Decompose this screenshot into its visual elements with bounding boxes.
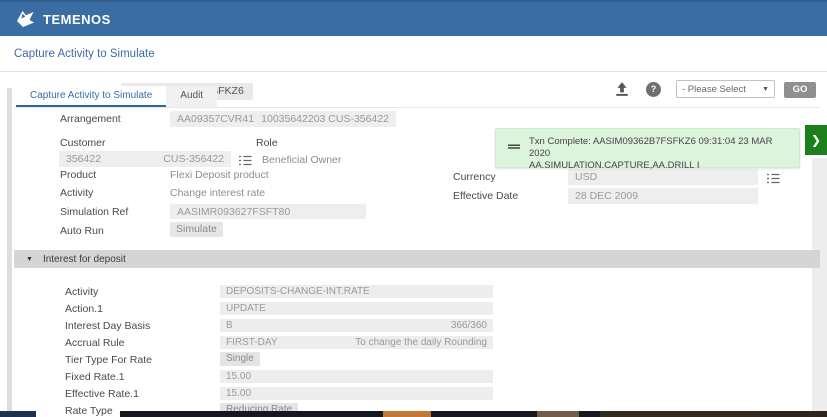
- simulation-ref-label: Simulation Ref: [60, 206, 128, 218]
- field-value-text: FIRST-DAY: [226, 337, 277, 348]
- field-row: Action.1 UPDATE: [14, 301, 812, 318]
- background-window-strip: [600, 411, 760, 417]
- field-row: Effective Rate.1 15.00: [14, 386, 812, 403]
- tab-audit[interactable]: Audit: [166, 86, 217, 108]
- activity-value: Change interest rate: [170, 187, 265, 199]
- product-label: Product: [60, 169, 96, 181]
- help-icon[interactable]: ?: [646, 82, 661, 97]
- field-label: Tier Type For Rate: [65, 354, 152, 366]
- field-value-text: B: [226, 320, 233, 331]
- field-row: Activity DEPOSITS-CHANGE-INT.RATE: [14, 284, 812, 301]
- field-value[interactable]: UPDATE: [220, 302, 493, 315]
- customer-label: Customer: [60, 137, 106, 149]
- toolbar: Capture Activity to Simulate AASIM09362B…: [0, 36, 827, 72]
- arrangement-account: 10035642203 CUS-356422: [261, 113, 389, 125]
- customer-value: 356422: [66, 153, 101, 165]
- action-select[interactable]: - Please Select ▼: [676, 80, 775, 98]
- arrangement-label: Arrangement: [60, 113, 121, 125]
- expand-panel-button[interactable]: ❯: [805, 125, 827, 155]
- background-window-strip: [0, 411, 36, 417]
- field-label: Fixed Rate.1: [65, 371, 125, 383]
- auto-run-label: Auto Run: [60, 225, 104, 237]
- field-value[interactable]: 15.00: [220, 370, 493, 383]
- activity-label: Activity: [60, 187, 93, 199]
- field-value[interactable]: 15.00: [220, 387, 493, 400]
- arrangement-value: AA09357CVR41: [177, 113, 254, 125]
- scrollbar-track[interactable]: [812, 158, 827, 411]
- field-row: Accrual Rule FIRST-DAY To change the daily…: [14, 335, 812, 352]
- field-value-text: 15.00: [226, 371, 251, 382]
- role-value: Beneficial Owner: [262, 154, 341, 166]
- background-window-strip: [383, 411, 431, 417]
- field-suffix-text: To change the daily Rounding: [355, 337, 487, 348]
- product-value: Flexi Deposit product: [170, 169, 269, 181]
- background-window-strip: [537, 411, 579, 417]
- effective-date-label: Effective Date: [453, 190, 518, 202]
- chevron-right-icon: ❯: [811, 133, 821, 147]
- field-value[interactable]: B 366/360: [220, 319, 493, 332]
- field-value[interactable]: FIRST-DAY To change the daily Rounding: [220, 336, 493, 349]
- tab-bar: Capture Activity to Simulate Audit: [16, 86, 217, 108]
- upload-icon[interactable]: [614, 81, 630, 97]
- field-value-text: 15.00: [226, 388, 251, 399]
- effective-date-field[interactable]: 28 DEC 2009: [568, 188, 758, 204]
- customer-lookup-list-icon[interactable]: [239, 153, 252, 164]
- currency-lookup-list-icon[interactable]: [767, 171, 780, 182]
- go-button[interactable]: GO: [784, 82, 816, 98]
- field-value-text: UPDATE: [226, 303, 266, 314]
- customer-id: CUS-356422: [163, 153, 224, 165]
- app-window: TEMENOS Capture Activity to Simulate AAS…: [0, 0, 827, 417]
- background-window-strip: [760, 411, 827, 417]
- collapse-caret-icon: ▼: [26, 256, 33, 263]
- action-select-value: - Please Select: [682, 84, 746, 95]
- currency-value: USD: [575, 171, 597, 183]
- simulation-ref-value: AASIMR093627FSFT80: [177, 206, 290, 218]
- notification-line2: AA.SIMULATION.CAPTURE,AA.DRILL I: [529, 160, 700, 171]
- field-label: Accrual Rule: [65, 337, 125, 349]
- field-value[interactable]: Single: [220, 352, 260, 366]
- field-label: Action.1: [65, 303, 103, 315]
- field-row: Interest Day Basis B 366/360: [14, 318, 812, 335]
- page-title: Capture Activity to Simulate: [14, 36, 155, 72]
- field-label: Effective Rate.1: [65, 388, 139, 400]
- currency-label: Currency: [453, 171, 496, 183]
- arrangement-field[interactable]: AA09357CVR41 10035642203 CUS-356422: [170, 111, 396, 127]
- field-label: Interest Day Basis: [65, 320, 150, 332]
- section-rows: Activity DEPOSITS-CHANGE-INT.RATE Action.1…: [14, 284, 812, 417]
- notification-menu-icon[interactable]: [508, 139, 520, 157]
- field-row: Tier Type For Rate Single: [14, 352, 812, 369]
- role-label: Role: [256, 137, 278, 149]
- notification-line1: Txn Complete: AASIM09362B7FSFKZ6 09:31:0…: [529, 136, 772, 159]
- left-frame-strip: [7, 88, 12, 411]
- field-value-text: Single: [226, 353, 254, 364]
- simulation-ref-field[interactable]: AASIMR093627FSFT80: [170, 204, 366, 219]
- field-value-text: DEPOSITS-CHANGE-INT.RATE: [226, 286, 370, 297]
- txn-complete-notification: Txn Complete: AASIM09362B7FSFKZ6 09:31:0…: [495, 128, 800, 168]
- tab-capture-activity[interactable]: Capture Activity to Simulate: [16, 86, 166, 108]
- auto-run-value[interactable]: Simulate: [170, 222, 223, 237]
- tab-divider: [14, 107, 820, 108]
- section-title: Interest for deposit: [43, 254, 126, 265]
- field-suffix-text: 366/360: [451, 320, 487, 331]
- customer-field[interactable]: 356422 CUS-356422: [59, 151, 231, 167]
- brand-name: TEMENOS: [43, 12, 111, 27]
- chevron-down-icon: ▼: [762, 86, 769, 93]
- effective-date-value: 28 DEC 2009: [575, 190, 638, 202]
- field-row: Fixed Rate.1 15.00: [14, 369, 812, 386]
- field-label: Activity: [65, 286, 98, 298]
- field-label: Rate Type: [65, 405, 113, 417]
- app-header: TEMENOS: [0, 0, 827, 36]
- field-value[interactable]: DEPOSITS-CHANGE-INT.RATE: [220, 285, 493, 298]
- notification-text: Txn Complete: AASIM09362B7FSFKZ6 09:31:0…: [529, 136, 791, 172]
- temenos-logo-icon: [14, 9, 36, 29]
- section-interest-for-deposit[interactable]: ▼ Interest for deposit: [14, 250, 820, 268]
